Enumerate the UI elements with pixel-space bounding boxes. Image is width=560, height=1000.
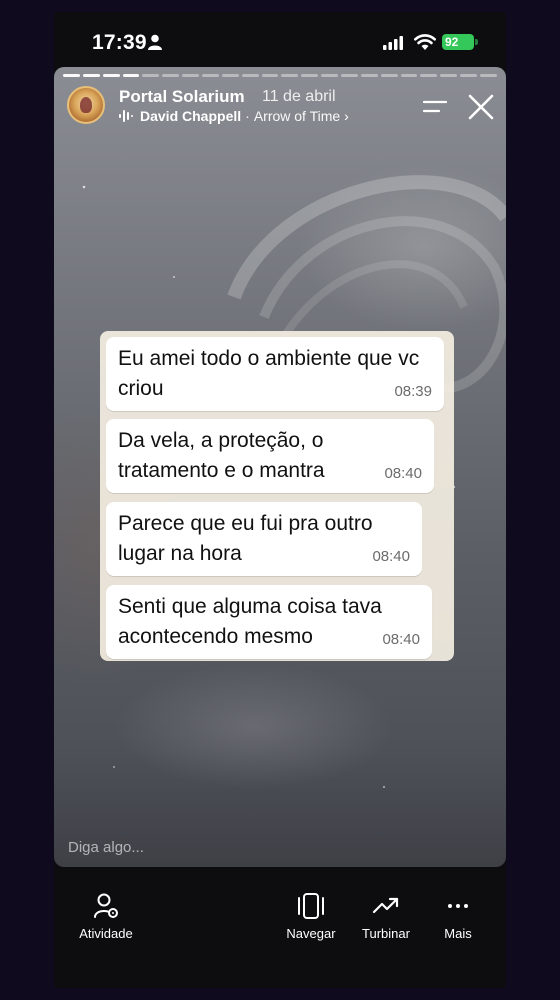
message-text: Senti que alguma coisa tava acontecendo … (118, 595, 382, 648)
progress-segment (440, 74, 458, 77)
navigate-label: Navegar (286, 926, 336, 941)
phone-screen: 17:39 92 Portal Solarium 11 de abril Dav… (54, 12, 506, 988)
progress-segment (281, 74, 299, 77)
music-separator: · (245, 108, 250, 124)
chat-bubble: Da vela, a proteção, o tratamento e o ma… (106, 419, 434, 493)
progress-segment (241, 74, 259, 77)
navigate-button[interactable]: Navegar (282, 892, 340, 941)
boost-label: Turbinar (362, 926, 410, 941)
music-artist: David Chappell (140, 108, 242, 124)
story-progress (63, 74, 497, 77)
more-button[interactable]: Mais (434, 892, 482, 941)
more-label: Mais (444, 926, 472, 941)
progress-segment (221, 74, 239, 77)
activity-icon (94, 893, 118, 918)
audio-wave-icon (119, 110, 133, 122)
progress-segment (142, 74, 160, 77)
story-view[interactable]: Portal Solarium 11 de abril David Chappe… (54, 67, 506, 867)
progress-segment (420, 74, 438, 77)
avatar-emblem (80, 97, 92, 113)
battery-tip (475, 39, 478, 45)
status-bar: 17:39 92 (54, 12, 506, 70)
chat-bubble: Senti que alguma coisa tava acontecendo … (106, 585, 432, 659)
navigate-icon (298, 893, 324, 919)
progress-segment (102, 74, 120, 77)
chat-bubble: Parece que eu fui pra outro lugar na hor… (106, 502, 422, 576)
battery-icon: 92 (442, 34, 474, 50)
bottom-nav: Atividade Navegar Turbinar Mais (54, 878, 506, 988)
progress-segment (182, 74, 200, 77)
progress-segment (162, 74, 180, 77)
progress-segment (480, 74, 497, 77)
progress-segment (122, 74, 140, 77)
progress-segment (202, 74, 219, 77)
account-avatar[interactable] (67, 86, 105, 124)
chat-screenshot: Eu amei todo o ambiente que vc criou 08:… (100, 331, 454, 661)
message-time: 08:39 (394, 383, 432, 400)
trending-up-icon (372, 897, 399, 914)
music-track: Arrow of Time (253, 108, 341, 124)
account-name[interactable]: Portal Solarium (119, 87, 245, 107)
signal-icon (383, 36, 403, 50)
person-icon (148, 34, 162, 50)
progress-segment (63, 74, 80, 77)
chat-bubble: Eu amei todo o ambiente que vc criou 08:… (106, 337, 444, 411)
message-text: Eu amei todo o ambiente que vc criou (118, 347, 420, 400)
message-time: 08:40 (384, 465, 422, 482)
activity-label: Atividade (79, 926, 133, 941)
message-time: 08:40 (372, 548, 410, 565)
reply-input[interactable]: Diga algo... (68, 839, 144, 856)
progress-segment (321, 74, 339, 77)
progress-segment (82, 74, 100, 77)
progress-segment (380, 74, 398, 77)
progress-segment (261, 74, 279, 77)
message-text: Da vela, a proteção, o tratamento e o ma… (118, 429, 325, 482)
message-time: 08:40 (382, 631, 420, 648)
menu-icon[interactable] (423, 100, 447, 114)
music-info[interactable]: David Chappell · Arrow of Time › (119, 108, 349, 124)
chevron-right-icon: › (344, 108, 349, 124)
progress-segment (460, 74, 478, 77)
message-text: Parece que eu fui pra outro lugar na hor… (118, 512, 373, 565)
post-date: 11 de abril (262, 88, 336, 105)
progress-segment (360, 74, 378, 77)
activity-button[interactable]: Atividade (74, 892, 138, 941)
progress-segment (301, 74, 319, 77)
progress-segment (400, 74, 418, 77)
clock: 17:39 (92, 31, 147, 54)
wifi-icon (414, 34, 436, 50)
close-icon[interactable] (468, 94, 494, 120)
progress-segment (341, 74, 358, 77)
more-icon (448, 904, 468, 908)
boost-button[interactable]: Turbinar (354, 892, 418, 941)
